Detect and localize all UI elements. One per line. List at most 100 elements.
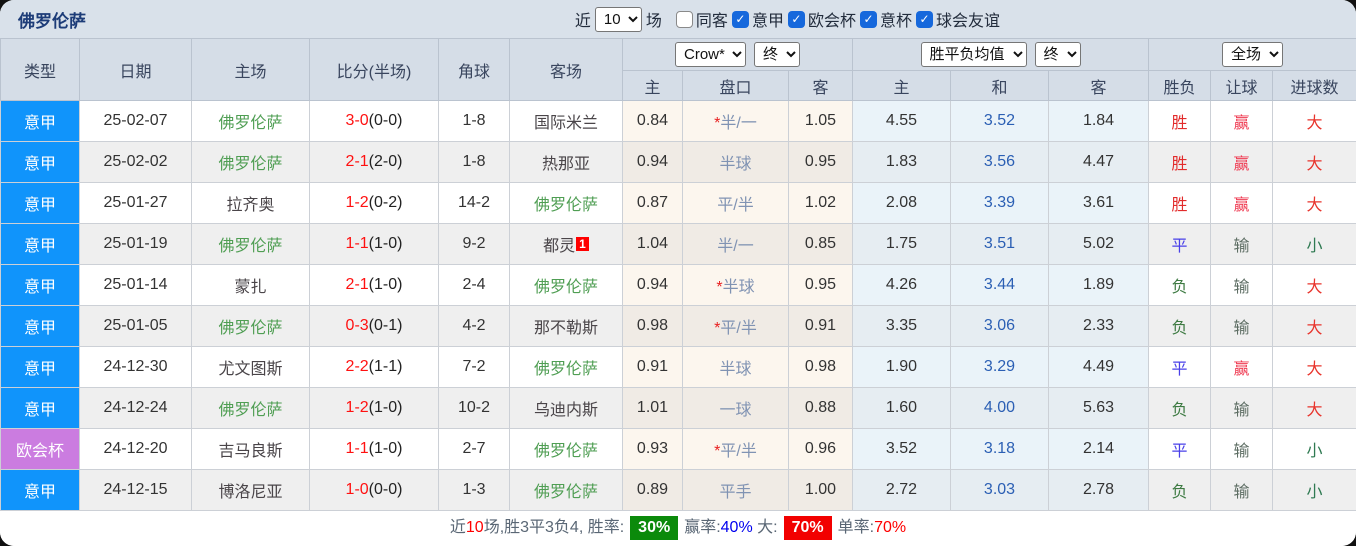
away-team-name[interactable]: 佛罗伦萨 [534,197,598,214]
euro-home-odds: 1.60 [852,387,951,429]
away-team-name[interactable]: 国际米兰 [534,115,598,132]
league-cell[interactable]: 意甲 [0,223,80,265]
score-cell[interactable]: 1-2(1-0) [309,387,439,429]
scope-select[interactable]: 全场 [1222,42,1284,67]
filter-label: 意甲 [751,13,784,30]
away-team-cell[interactable]: 佛罗伦萨 [509,428,623,470]
asian-odds-group-header: Crow* 终 [622,38,853,71]
match-row: 意甲 25-01-05 佛罗伦萨 0-3(0-1) 4-2 那不勒斯 0.98 *平/半 0.9… [0,305,1356,347]
away-team-cell[interactable]: 都灵 1 [509,223,623,265]
col-header-date: 日期 [79,38,192,101]
home-team-cell[interactable]: 佛罗伦萨 [191,100,310,142]
away-team-name[interactable]: 佛罗伦萨 [534,361,598,378]
euro-home-odds: 4.26 [852,264,951,306]
full-time-score: 1-1 [345,235,369,252]
filter-checkbox-checked[interactable] [787,10,805,28]
asian-handicap-line: 半/一 [682,223,789,265]
league-cell[interactable]: 意甲 [0,469,80,511]
home-team-cell[interactable]: 拉齐奥 [191,182,310,224]
home-team-name[interactable]: 佛罗伦萨 [218,115,282,132]
home-team-name[interactable]: 博洛尼亚 [218,484,282,501]
away-team-cell[interactable]: 佛罗伦萨 [509,182,623,224]
score-cell[interactable]: 1-1(1-0) [309,428,439,470]
league-cell[interactable]: 意甲 [0,264,80,306]
euro-odds-time-select[interactable]: 终 [1034,42,1081,67]
league-cell[interactable]: 欧会杯 [0,428,80,470]
league-cell[interactable]: 意甲 [0,141,80,183]
filter-checkbox-unchecked[interactable] [675,10,693,28]
result-cell: 负 [1148,387,1212,429]
corners-cell: 1-8 [438,141,510,183]
league-cell[interactable]: 意甲 [0,100,80,142]
euro-draw-odds: 4.00 [950,387,1049,429]
league-cell[interactable]: 意甲 [0,346,80,388]
home-team-cell[interactable]: 尤文图斯 [191,346,310,388]
score-cell[interactable]: 1-2(0-2) [309,182,439,224]
euro-home-odds: 1.90 [852,346,951,388]
home-team-name[interactable]: 佛罗伦萨 [218,320,282,337]
home-team-name[interactable]: 吉马良斯 [218,443,282,460]
score-cell[interactable]: 0-3(0-1) [309,305,439,347]
score-cell[interactable]: 1-1(1-0) [309,223,439,265]
home-team-name[interactable]: 尤文图斯 [218,361,282,378]
col-header-euro-draw: 和 [950,70,1049,101]
summary-single-label: 单率: [837,519,875,536]
asian-away-odds: 0.88 [788,387,853,429]
euro-away-odds: 2.78 [1047,469,1150,511]
home-team-cell[interactable]: 吉马良斯 [191,428,310,470]
away-team-cell[interactable]: 佛罗伦萨 [509,346,623,388]
bookmaker-select[interactable]: Crow* [675,42,746,67]
home-team-cell[interactable]: 蒙扎 [191,264,310,306]
league-cell[interactable]: 意甲 [0,387,80,429]
goals-result-cell: 大 [1272,305,1356,347]
home-team-cell[interactable]: 佛罗伦萨 [191,223,310,265]
filter-checkbox-checked[interactable] [731,10,749,28]
away-team-cell[interactable]: 国际米兰 [509,100,623,142]
home-team-name[interactable]: 蒙扎 [234,279,266,296]
league-cell[interactable]: 意甲 [0,182,80,224]
away-team-cell[interactable]: 那不勒斯 [509,305,623,347]
score-cell[interactable]: 1-0(0-0) [309,469,439,511]
home-team-name[interactable]: 佛罗伦萨 [218,156,282,173]
score-cell[interactable]: 3-0(0-0) [309,100,439,142]
score-cell[interactable]: 2-1(2-0) [309,141,439,183]
full-time-score: 2-1 [345,276,369,293]
away-team-name[interactable]: 乌迪内斯 [534,402,598,419]
star-marker: * [714,320,721,337]
filter-checkbox-checked[interactable] [859,10,877,28]
bookmaker-time-select[interactable]: 终 [754,42,800,67]
result-cell: 负 [1148,264,1212,306]
filter-checkbox-checked[interactable] [915,10,933,28]
away-team-cell[interactable]: 佛罗伦萨 [509,469,623,511]
away-team-cell[interactable]: 乌迪内斯 [509,387,623,429]
away-team-cell[interactable]: 热那亚 [509,141,623,183]
away-team-name[interactable]: 都灵 [543,238,575,255]
away-team-cell[interactable]: 佛罗伦萨 [509,264,623,306]
home-team-cell[interactable]: 佛罗伦萨 [191,305,310,347]
asian-handicap-line: 平手 [682,469,789,511]
score-cell[interactable]: 2-2(1-1) [309,346,439,388]
home-team-name[interactable]: 拉齐奥 [226,197,274,214]
league-cell[interactable]: 意甲 [0,305,80,347]
recent-count-select[interactable]: 10 [594,6,642,32]
home-team-cell[interactable]: 博洛尼亚 [191,469,310,511]
away-team-name[interactable]: 那不勒斯 [534,320,598,337]
home-team-cell[interactable]: 佛罗伦萨 [191,141,310,183]
result-cell: 胜 [1148,141,1212,183]
euro-draw-odds: 3.29 [950,346,1049,388]
result-cell: 负 [1148,305,1212,347]
home-team-cell[interactable]: 佛罗伦萨 [191,387,310,429]
home-team-name[interactable]: 佛罗伦萨 [218,402,282,419]
over-rate-badge: 70% [783,516,832,540]
euro-odds-select[interactable]: 胜平负均值 [920,42,1027,67]
match-row: 意甲 24-12-15 博洛尼亚 1-0(0-0) 1-3 佛罗伦萨 0.89 平手 1.00 2… [0,469,1356,511]
match-row: 意甲 25-02-07 佛罗伦萨 3-0(0-0) 1-8 国际米兰 0.84 *半/一 1.0… [0,100,1356,142]
goals-result-cell: 小 [1272,223,1356,265]
handicap-result-cell: 赢 [1210,346,1274,388]
away-team-name[interactable]: 佛罗伦萨 [534,443,598,460]
away-team-name[interactable]: 热那亚 [542,156,590,173]
score-cell[interactable]: 2-1(1-0) [309,264,439,306]
home-team-name[interactable]: 佛罗伦萨 [218,238,282,255]
away-team-name[interactable]: 佛罗伦萨 [534,279,598,296]
away-team-name[interactable]: 佛罗伦萨 [534,484,598,501]
